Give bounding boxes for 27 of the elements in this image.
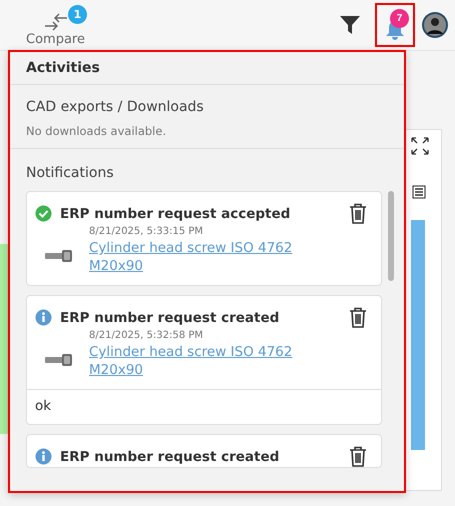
avatar-icon[interactable] <box>421 11 449 39</box>
section-title: CAD exports / Downloads <box>26 99 205 115</box>
notification-count-badge: 7 <box>390 9 409 28</box>
scrollbar[interactable] <box>388 191 394 281</box>
part-link[interactable]: Cylinder head screw ISO 4762 M20x90 <box>89 343 339 379</box>
list-icon[interactable] <box>412 185 426 199</box>
screw-icon <box>44 248 74 264</box>
filter-icon[interactable] <box>339 14 361 36</box>
part-link[interactable]: Cylinder head screw ISO 4762 M20x90 <box>89 239 339 275</box>
notification-comment: ok <box>27 389 381 424</box>
notification-date: 8/21/2025, 5:32:58 PM <box>89 330 204 341</box>
notifications-button[interactable]: 7 <box>375 3 415 47</box>
screw-icon <box>44 352 74 368</box>
expand-icon[interactable] <box>410 136 430 156</box>
delete-icon[interactable] <box>349 307 367 328</box>
notification-title: ERP number request created <box>60 448 280 464</box>
notification-title: ERP number request accepted <box>60 206 292 222</box>
delete-icon[interactable] <box>349 203 367 224</box>
compare-count-badge: 1 <box>68 5 87 24</box>
compare-arrows-icon[interactable] <box>43 12 69 32</box>
compare-label[interactable]: Compare <box>26 32 85 48</box>
delete-icon[interactable] <box>349 446 367 467</box>
section-title: Notifications <box>26 165 115 181</box>
notification-title: ERP number request created <box>60 310 280 326</box>
panel-title: Activities <box>10 52 404 85</box>
notification-date: 8/21/2025, 5:33:15 PM <box>89 226 204 237</box>
empty-message: No downloads available. <box>26 124 168 138</box>
